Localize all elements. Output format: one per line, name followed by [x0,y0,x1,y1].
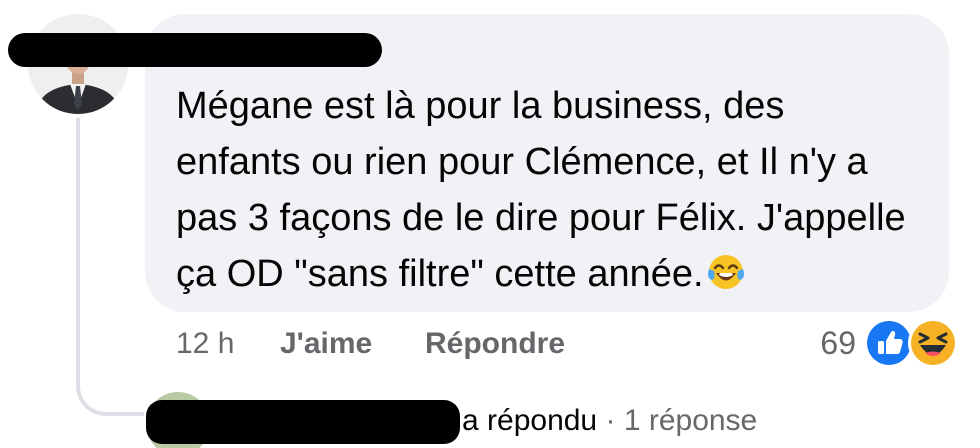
comment-text: Mégane est là pour la business, des enfa… [176,78,936,302]
comment-line-1: Mégane est là pour la business, des [176,85,785,127]
comment-line-3: pas 3 façons de le dire pour Félix. J'ap… [176,197,906,239]
like-icon [864,318,914,368]
haha-icon [908,318,958,368]
comment-thread: Mégane est là pour la business, des enfa… [0,0,980,448]
face-with-tears-of-joy-icon [706,252,746,292]
view-replies-link[interactable]: a répondu · 1 réponse [462,401,757,441]
reply-separator: · [605,404,616,437]
reaction-count: 69 [820,324,856,361]
comment-timestamp[interactable]: 12 h [176,326,234,362]
thread-connector-line [76,118,144,416]
reply-count: 1 réponse [623,404,758,437]
redacted-replier-name [146,400,460,444]
reaction-summary[interactable]: 69 [820,318,958,368]
redacted-author-name [8,33,382,67]
like-button[interactable]: J'aime [280,326,372,362]
comment-line-2: enfants ou rien pour Clémence, et Il n'y… [176,141,868,183]
reply-verb: a répondu [462,404,598,437]
comment-line-4: ça OD "sans filtre" cette année. [176,253,704,295]
reply-button[interactable]: Répondre [425,326,565,362]
